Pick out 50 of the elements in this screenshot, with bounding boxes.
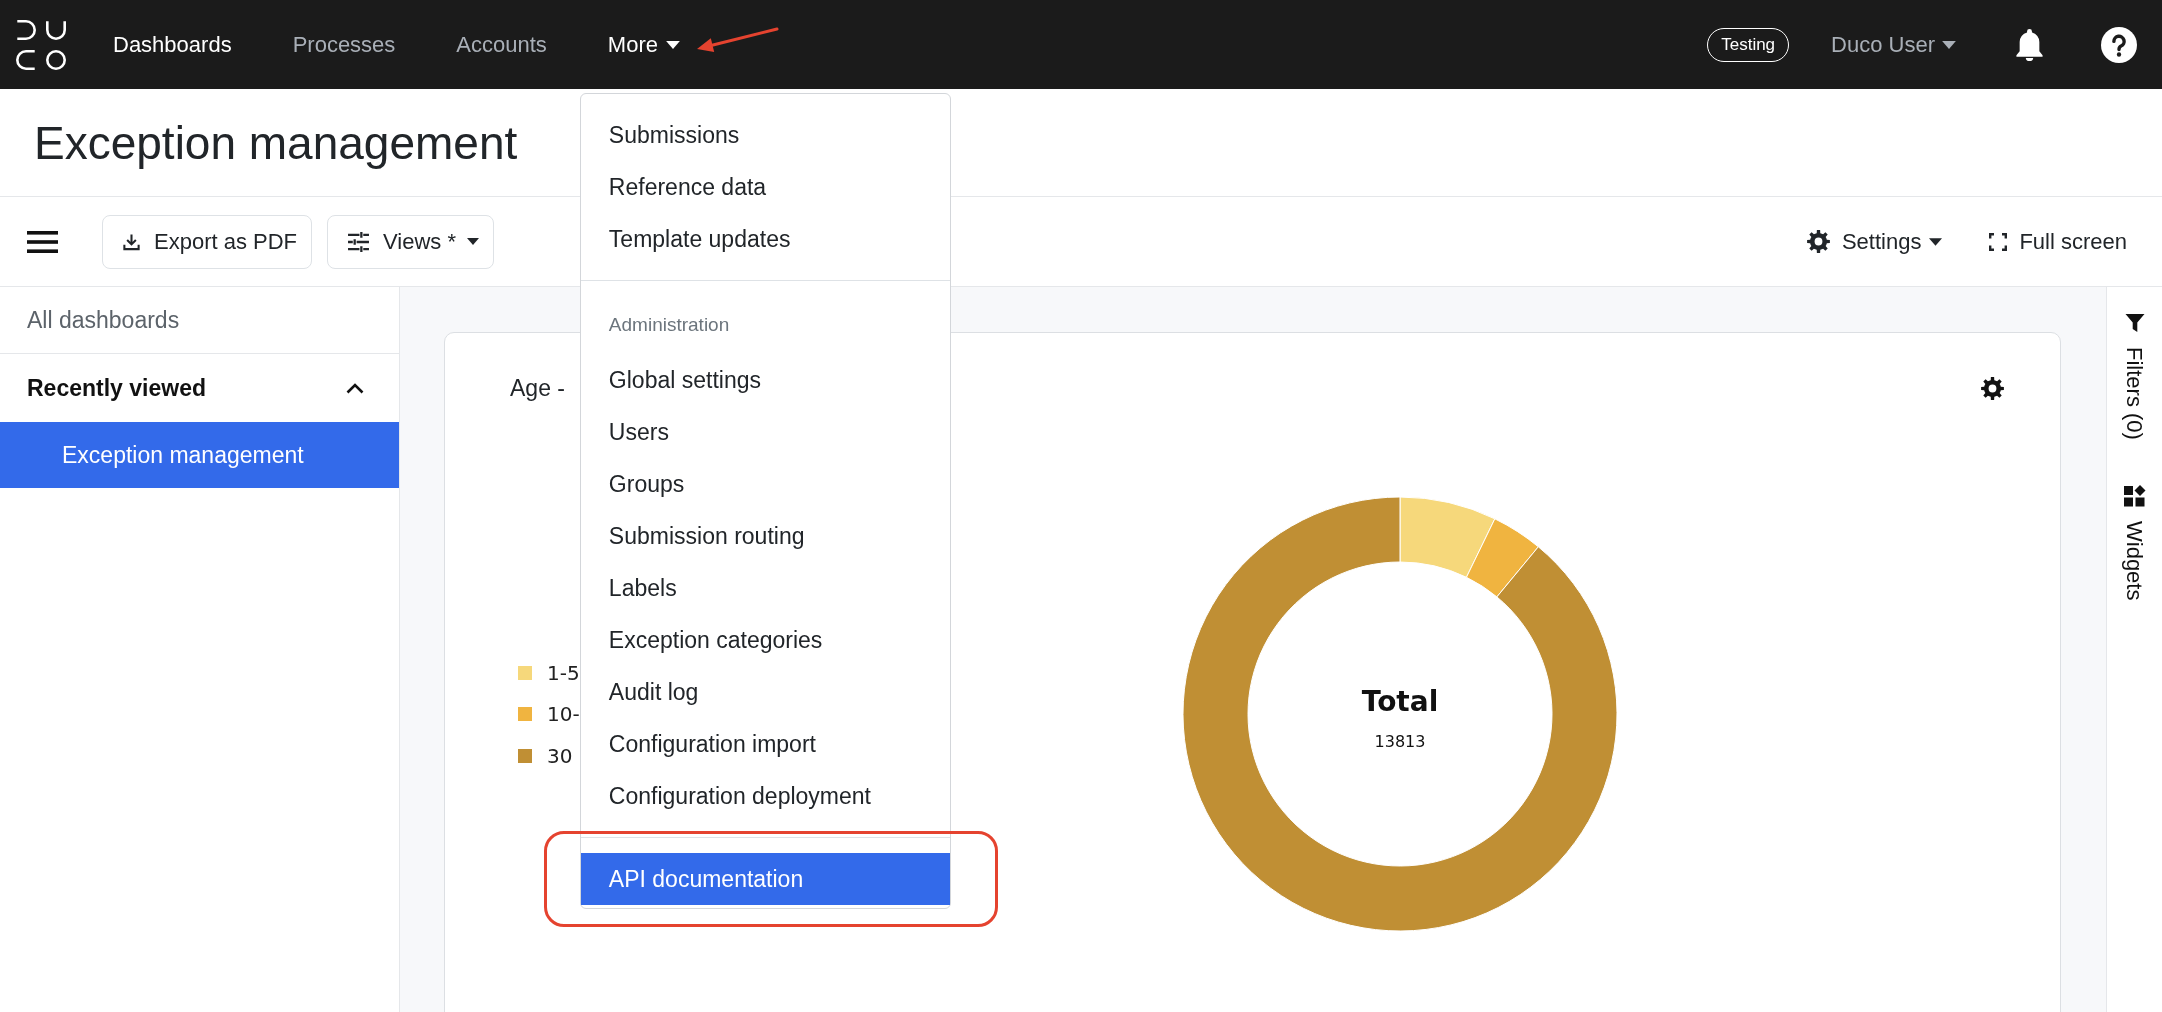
menu-item[interactable]: API documentation (580, 852, 950, 905)
sidebar-link[interactable]: All dashboards (0, 287, 399, 354)
menu-item[interactable]: Global settings (580, 353, 950, 406)
card-title: Age - (510, 374, 565, 403)
legend-label: 10- (547, 701, 580, 728)
menu-item[interactable]: Configuration deployment (580, 769, 950, 822)
nav-dropdown-toggle[interactable]: More (607, 29, 680, 60)
menu-item[interactable]: Reference data (580, 160, 950, 213)
menu-item[interactable]: Groups (580, 457, 950, 510)
menu-item[interactable]: Submission routing (580, 509, 950, 562)
logo-icon[interactable] (16, 19, 66, 70)
caret-icon (467, 238, 479, 245)
download-icon (122, 231, 141, 252)
filter-icon (2124, 313, 2145, 333)
user-menu-button[interactable]: Duco User (1831, 29, 1956, 60)
menu-item[interactable]: Labels (580, 561, 950, 614)
menu-item[interactable]: Users (580, 405, 950, 458)
widgets-icon (2123, 484, 2146, 507)
menu-item[interactable]: Submissions (580, 108, 950, 161)
page-title: Exception management (34, 115, 518, 171)
menu-icon[interactable] (27, 230, 58, 253)
widgets-button[interactable]: Widgets (2118, 484, 2151, 601)
nav-link[interactable]: Processes (292, 29, 396, 60)
fullscreen-button[interactable]: Full screen (1989, 225, 2127, 258)
settings-icon (1806, 230, 1830, 253)
nav-link[interactable]: Dashboards (113, 29, 232, 60)
menu-item[interactable]: Audit log (580, 665, 950, 718)
settings-button[interactable]: Settings (1806, 225, 1943, 258)
sidebar-item[interactable]: Exception management (0, 422, 399, 488)
caret-icon (1929, 237, 1943, 246)
menu-item[interactable]: Template updates (580, 212, 950, 265)
donut-total-label: Total (1361, 685, 1439, 719)
bell-icon[interactable] (2016, 28, 2043, 61)
fullscreen-icon (1989, 232, 2008, 251)
export-button[interactable]: Export as PDF (102, 214, 313, 269)
caret-icon (666, 40, 680, 49)
sliders-icon (347, 231, 371, 252)
filters-button[interactable]: Filters (0) (2118, 313, 2151, 440)
legend-label: 30 (547, 742, 573, 770)
menu-item[interactable]: Exception categories (580, 613, 950, 666)
help-icon[interactable] (2101, 26, 2137, 63)
menu-item[interactable]: Configuration import (580, 717, 950, 770)
menu-section-header: Administration (607, 312, 731, 337)
legend-label: 1-5 (547, 659, 580, 687)
donut-total-value: 13813 (1374, 731, 1426, 753)
section-toggle[interactable]: Recently viewed (0, 354, 399, 422)
views-button[interactable]: Views * (327, 214, 494, 269)
caret-icon (1942, 40, 1956, 49)
nav-link[interactable]: Accounts (456, 29, 547, 60)
settings-icon[interactable] (1981, 376, 2004, 400)
